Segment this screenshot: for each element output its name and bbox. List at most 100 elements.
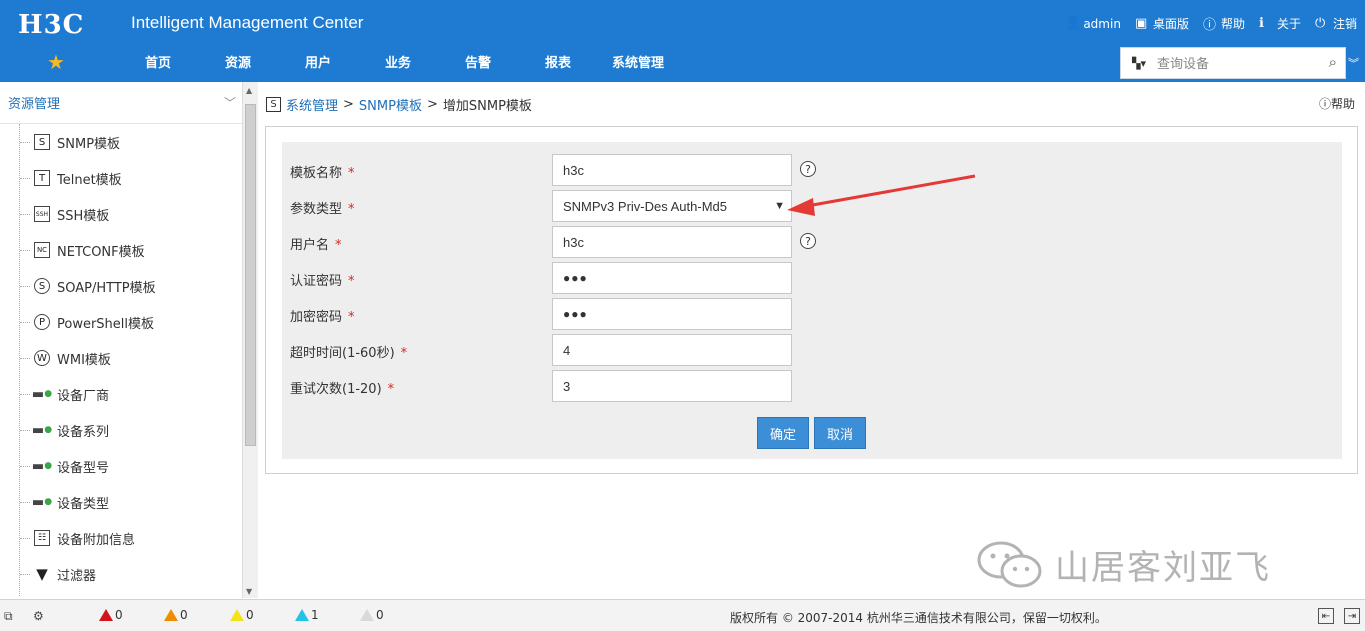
wmi-template-icon: W — [34, 350, 50, 366]
ssh-template-icon: SSH — [34, 206, 50, 222]
question-icon[interactable]: ? — [800, 233, 816, 249]
alarm-minor-count: 0 — [246, 608, 254, 622]
template-name-label: 模板名称 * — [290, 162, 355, 181]
nav-alarms[interactable]: 告警 — [438, 52, 518, 71]
scroll-down-icon[interactable]: ▼ — [246, 587, 252, 596]
logout-link[interactable]: ⏻ 注销 — [1315, 14, 1357, 33]
nav-services[interactable]: 业务 — [358, 52, 438, 71]
nav-reports[interactable]: 报表 — [518, 52, 598, 71]
arrow-shaft — [806, 174, 976, 208]
sidebar-item-label: 设备类型 — [57, 496, 110, 512]
sidebar-item-device-vendor[interactable]: ▬ ● 设备厂商 — [0, 376, 257, 412]
sidebar-item-label: 过滤器 — [57, 568, 97, 584]
timeout-label: 超时时间(1-60秒) * — [290, 342, 407, 361]
alarm-critical-count: 0 — [115, 608, 123, 622]
user-menu[interactable]: 👤 admin — [1065, 14, 1121, 33]
breadcrumb-snmp-template[interactable]: SNMP模板 — [359, 95, 422, 114]
dock-right-icon[interactable]: ⇥ — [1344, 608, 1360, 624]
sidebar-item-label: WMI模板 — [57, 352, 111, 368]
user-icon: 👤 — [1065, 16, 1082, 31]
help-icon: ⓘ — [1318, 97, 1331, 111]
param-type-select[interactable]: SNMPv3 Priv-Des Auth-Md5 ▼ — [552, 190, 792, 222]
device-model-icon: ▬ ● — [31, 458, 53, 474]
desktop-link[interactable]: ▣ 桌面版 — [1135, 14, 1189, 33]
windows-icon[interactable]: ⧉ — [4, 609, 13, 624]
search-icon[interactable]: ⌕ — [1329, 53, 1337, 71]
main-nav: 首页 资源 用户 业务 告警 报表 系统管理 — [118, 52, 678, 71]
page-help-link[interactable]: ⓘ帮助 — [1319, 95, 1355, 112]
sidebar-item-label: 设备型号 — [57, 460, 110, 476]
sidebar-item-device-series[interactable]: ▬ ● 设备系列 — [0, 412, 257, 448]
scroll-up-icon[interactable]: ▲ — [246, 86, 252, 95]
sidebar-item-filter[interactable]: ▼ 过滤器 — [0, 556, 257, 592]
auth-password-input[interactable]: ●●● — [552, 262, 792, 294]
template-name-input[interactable]: h3c — [552, 154, 792, 186]
alarm-major-count: 0 — [180, 608, 188, 622]
device-vendor-icon: ▬ ● — [31, 386, 53, 402]
filter-icon: ▼ — [34, 565, 50, 583]
timeout-input[interactable]: 4 — [552, 334, 792, 366]
required-mark: * — [348, 274, 355, 289]
device-type-icon: ▬ ● — [31, 494, 53, 510]
param-type-value: SNMPv3 Priv-Des Auth-Md5 — [563, 198, 727, 214]
alarm-minor[interactable]: 0 — [230, 608, 254, 622]
sidebar-tree: S SNMP模板 T Telnet模板 SSH SSH模板 NC NETCONF模板 S… — [0, 124, 257, 596]
required-mark: * — [387, 382, 395, 397]
alarm-warning[interactable]: 1 — [295, 608, 319, 622]
nav-home[interactable]: 首页 — [118, 52, 198, 71]
retries-input[interactable]: 3 — [552, 370, 792, 402]
sidebar-item-device-model[interactable]: ▬ ● 设备型号 — [0, 448, 257, 484]
encrypt-password-input[interactable]: ●●● — [552, 298, 792, 330]
system-management-icon: S — [266, 96, 281, 112]
username-input[interactable]: h3c — [552, 226, 792, 258]
alarm-info-count: 0 — [376, 608, 384, 622]
alarm-info[interactable]: 0 — [360, 608, 384, 622]
encrypt-password-row: 加密密码 * ●●● — [282, 298, 882, 330]
search-type-dropdown[interactable]: ▚ ▾ — [1121, 57, 1157, 70]
param-type-label: 参数类型 * — [290, 198, 355, 217]
status-bar: ⧉ ⚙ 0 0 0 1 0 版权所有 © 2007-2014 杭州华三通信技术有… — [0, 599, 1365, 631]
caret-down-icon: ▼ — [774, 200, 785, 212]
sidebar-item-telnet-template[interactable]: T Telnet模板 — [0, 160, 257, 196]
nav-resources[interactable]: 资源 — [198, 52, 278, 71]
device-series-icon: ▬ ● — [31, 422, 53, 438]
device-icon: ▚ — [1132, 56, 1141, 70]
sidebar-item-wmi-template[interactable]: W WMI模板 — [0, 340, 257, 376]
sidebar-item-label: NETCONF模板 — [57, 244, 145, 260]
nav-system[interactable]: 系统管理 — [598, 52, 678, 71]
sidebar-item-powershell-template[interactable]: P PowerShell模板 — [0, 304, 257, 340]
search-input[interactable] — [1157, 55, 1307, 71]
alarm-critical[interactable]: 0 — [99, 608, 123, 622]
auth-password-row: 认证密码 * ●●● — [282, 262, 882, 294]
h3c-logo[interactable]: H3C — [18, 10, 84, 40]
dock-left-icon[interactable]: ⇤ — [1318, 608, 1334, 624]
sidebar-header[interactable]: 资源管理 ﹀ — [0, 82, 242, 124]
about-link[interactable]: ℹ 关于 — [1259, 14, 1301, 33]
collapse-header-icon[interactable]: ︾ — [1348, 55, 1359, 71]
sidebar-item-device-type[interactable]: ▬ ● 设备类型 — [0, 484, 257, 520]
help-link-top[interactable]: ⓘ 帮助 — [1203, 14, 1245, 33]
sidebar-item-device-extra-info[interactable]: ☷ 设备附加信息 — [0, 520, 257, 556]
sidebar-item-ssh-template[interactable]: SSH SSH模板 — [0, 196, 257, 232]
sidebar-item-netconf-template[interactable]: NC NETCONF模板 — [0, 232, 257, 268]
app-title: Intelligent Management Center — [131, 13, 364, 32]
info-alarm-icon — [360, 609, 374, 621]
auth-password-label: 认证密码 * — [290, 270, 355, 289]
sidebar-scrollbar[interactable]: ▲ ▼ — [242, 82, 258, 598]
ok-button[interactable]: 确定 — [757, 417, 809, 449]
sidebar-item-soap-template[interactable]: S SOAP/HTTP模板 — [0, 268, 257, 304]
scrollbar-thumb[interactable] — [245, 104, 256, 446]
cancel-button[interactable]: 取消 — [814, 417, 866, 449]
watermark-text: 山居客刘亚飞 — [1055, 547, 1271, 588]
warning-alarm-icon — [295, 609, 309, 621]
breadcrumb-system-management[interactable]: 系统管理 — [286, 95, 338, 114]
critical-alarm-icon — [99, 609, 113, 621]
alarm-major[interactable]: 0 — [164, 608, 188, 622]
sidebar-item-snmp-template[interactable]: S SNMP模板 — [0, 124, 257, 160]
favorites-star-icon[interactable]: ★ — [47, 50, 65, 74]
nav-users[interactable]: 用户 — [278, 52, 358, 71]
device-search: ▚▾ ⌕ — [1120, 47, 1346, 79]
id-card-icon: ☷ — [34, 530, 50, 546]
settings-gear-icon[interactable]: ⚙ — [33, 609, 44, 623]
copyright-text: 版权所有 © 2007-2014 杭州华三通信技术有限公司，保留一切权利。 — [730, 611, 1107, 625]
